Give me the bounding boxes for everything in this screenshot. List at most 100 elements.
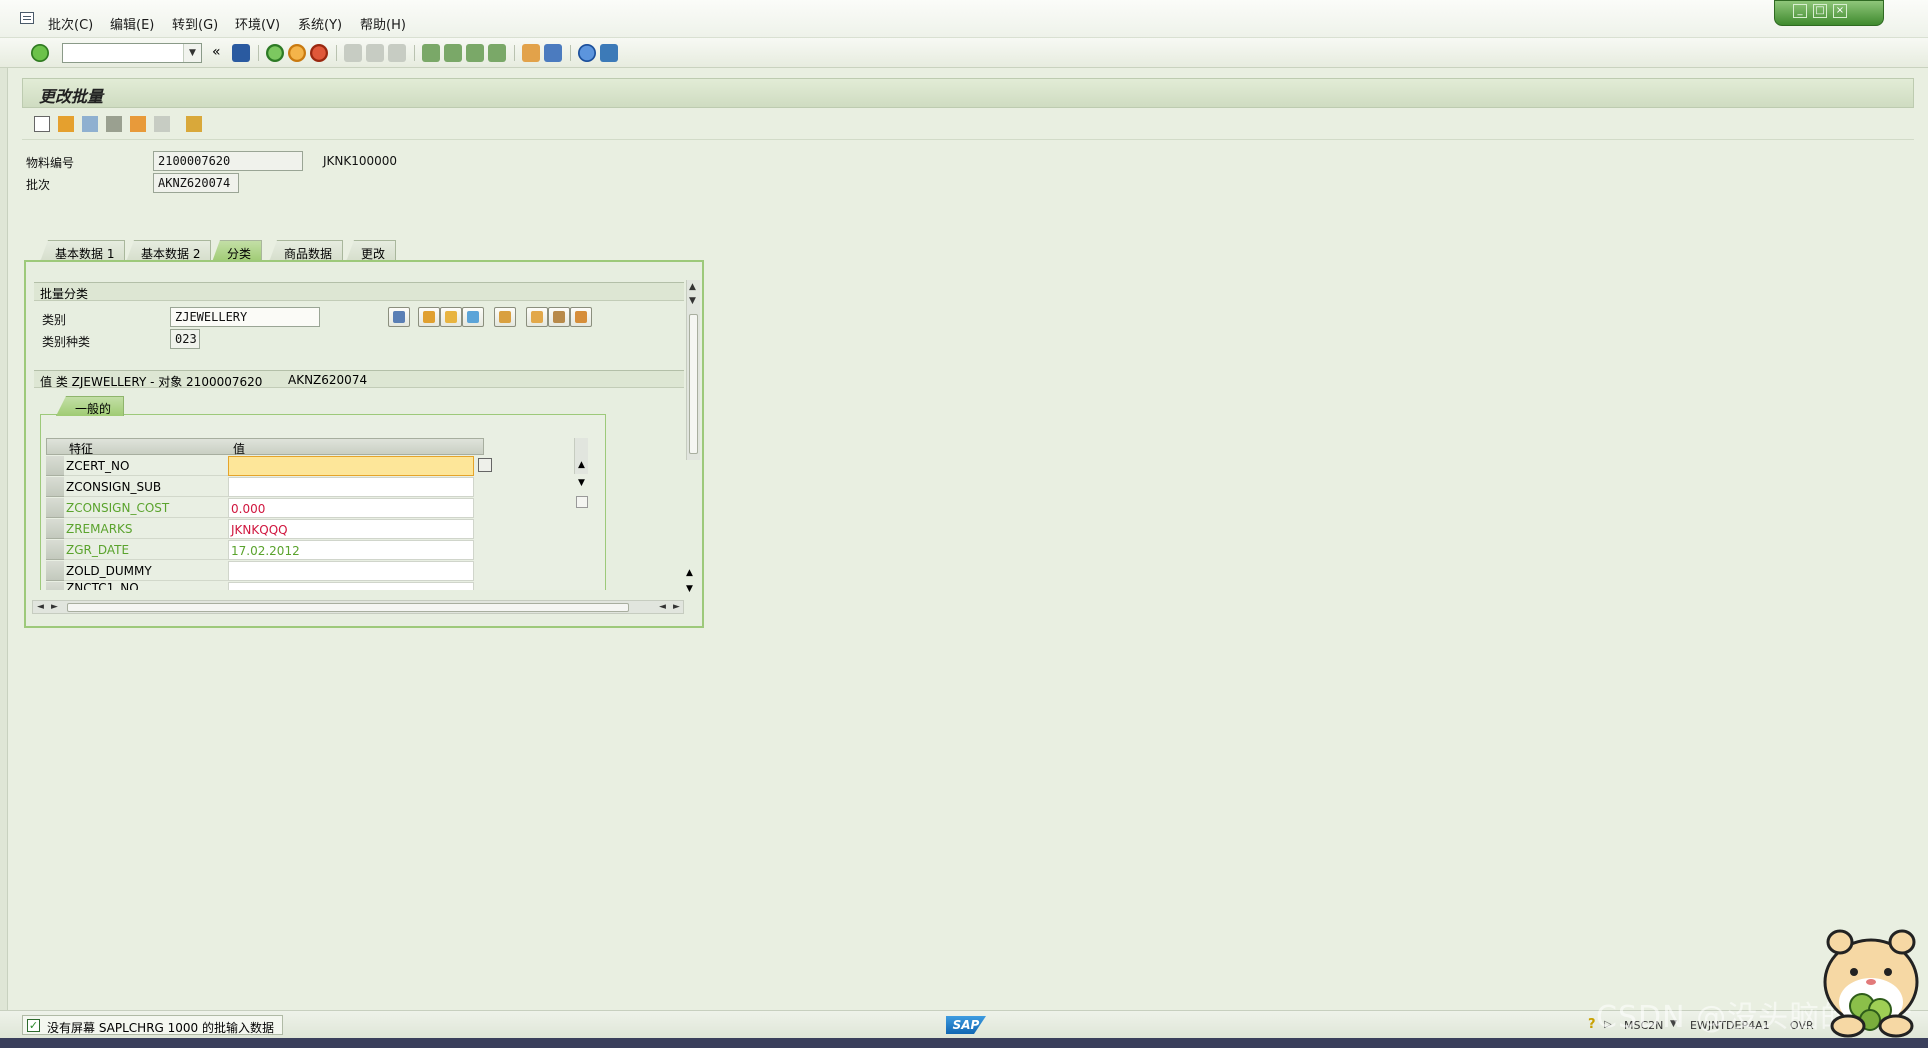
- other-object-icon[interactable]: [130, 116, 146, 132]
- cancel-icon[interactable]: [310, 44, 328, 62]
- help-icon[interactable]: [578, 44, 596, 62]
- edit-icon: [423, 311, 435, 323]
- class-field[interactable]: ZJEWELLERY: [170, 307, 320, 327]
- chevron-down-icon[interactable]: ▼: [183, 44, 201, 62]
- panel-scroll-up-icon[interactable]: ▲: [686, 568, 693, 578]
- object-list-button[interactable]: [494, 307, 516, 327]
- save-icon[interactable]: [232, 44, 250, 62]
- scroll-left-icon[interactable]: ◄: [37, 602, 44, 612]
- grid-scroll-thumb[interactable]: [576, 496, 588, 508]
- table-view-button[interactable]: [548, 307, 570, 327]
- new-document-icon[interactable]: [34, 116, 50, 132]
- shortcut-icon[interactable]: [544, 44, 562, 62]
- copy-icon[interactable]: [58, 116, 74, 132]
- material-label: 物料编号: [26, 156, 75, 170]
- minimize-icon[interactable]: _: [1793, 4, 1807, 18]
- panel-vertical-scrollbar[interactable]: ▲ ▼: [686, 280, 700, 460]
- delete-object-icon[interactable]: [154, 116, 170, 132]
- row-selector[interactable]: [46, 540, 64, 560]
- table-row[interactable]: ZGR_DATE 17.02.2012: [46, 540, 484, 561]
- table-row[interactable]: ZNCTC1_NO: [46, 582, 484, 590]
- class-type-field[interactable]: 023: [170, 329, 200, 349]
- menu-system[interactable]: 系统(Y): [298, 14, 342, 33]
- scroll-down-icon[interactable]: ▼: [689, 296, 696, 306]
- table-row[interactable]: ZOLD_DUMMY: [46, 561, 484, 582]
- characteristic-value-input[interactable]: JKNKQQQ: [228, 519, 474, 539]
- maximize-icon[interactable]: □: [1813, 4, 1827, 18]
- characteristic-value-input[interactable]: 17.02.2012: [228, 540, 474, 560]
- material-field[interactable]: 2100007620: [153, 151, 303, 171]
- tab-changes[interactable]: 更改: [346, 240, 397, 262]
- exit-icon[interactable]: [288, 44, 306, 62]
- scroll-right-icon[interactable]: ►: [51, 602, 58, 612]
- characteristic-value-input[interactable]: [228, 456, 474, 476]
- characteristic-value-input[interactable]: [228, 582, 474, 590]
- next-page-icon[interactable]: [466, 44, 484, 62]
- menu-batch[interactable]: 批次(C): [48, 14, 93, 33]
- delete-class-button[interactable]: [388, 307, 410, 327]
- row-selector[interactable]: [46, 561, 64, 581]
- row-selector[interactable]: [46, 456, 64, 476]
- scroll-left-icon[interactable]: ◄: [659, 602, 666, 612]
- system-menu-icon[interactable]: [20, 12, 34, 24]
- command-input[interactable]: [63, 44, 181, 62]
- menu-environment[interactable]: 环境(V): [235, 14, 280, 33]
- row-selector[interactable]: [46, 498, 64, 518]
- menu-goto[interactable]: 转到(G): [172, 14, 218, 33]
- scroll-right-icon[interactable]: ►: [673, 602, 680, 612]
- table-row[interactable]: ZCERT_NO: [46, 456, 492, 477]
- display-change-icon[interactable]: [106, 116, 122, 132]
- tab-material-data[interactable]: 商品数据: [269, 240, 344, 262]
- scroll-down-icon[interactable]: ▼: [578, 478, 585, 488]
- first-page-icon[interactable]: [422, 44, 440, 62]
- scroll-up-icon[interactable]: ▲: [578, 460, 585, 470]
- panel-scroll-down-icon[interactable]: ▼: [686, 584, 693, 594]
- copy-icon: [575, 311, 587, 323]
- previous-page-icon[interactable]: [444, 44, 462, 62]
- left-border: [0, 68, 8, 1038]
- row-selector[interactable]: [46, 582, 64, 590]
- table-row[interactable]: ZCONSIGN_SUB: [46, 477, 484, 498]
- copy-values-button[interactable]: [570, 307, 592, 327]
- command-field[interactable]: ▼: [62, 43, 202, 63]
- horizontal-scroll-thumb[interactable]: [67, 603, 629, 612]
- pencil-button[interactable]: [418, 307, 440, 327]
- status-message[interactable]: ✓ 没有屏幕 SAPLCHRG 1000 的批输入数据: [22, 1015, 283, 1035]
- back-icon[interactable]: [266, 44, 284, 62]
- check-button[interactable]: [462, 307, 484, 327]
- value-help-icon[interactable]: [478, 458, 492, 472]
- find-next-icon[interactable]: [388, 44, 406, 62]
- tab-basic-data-1[interactable]: 基本数据 1: [40, 240, 126, 262]
- lock-icon: [445, 311, 457, 323]
- insert-row-button[interactable]: [526, 307, 548, 327]
- tab-basic-data-2[interactable]: 基本数据 2: [126, 240, 212, 262]
- nav-back-icon[interactable]: «: [212, 44, 221, 60]
- table-row[interactable]: ZCONSIGN_COST 0.000: [46, 498, 484, 519]
- vertical-scroll-thumb[interactable]: [689, 314, 698, 454]
- enter-check-icon[interactable]: [31, 44, 49, 62]
- scroll-up-icon[interactable]: ▲: [689, 282, 696, 292]
- characteristic-value-input[interactable]: [228, 561, 474, 581]
- row-selector[interactable]: [46, 519, 64, 539]
- list-icon: [499, 311, 511, 323]
- horizontal-scrollbar[interactable]: ◄ ► ◄ ►: [32, 600, 684, 614]
- find-icon[interactable]: [366, 44, 384, 62]
- batch-field[interactable]: AKNZ620074: [153, 173, 239, 193]
- insert-row-icon: [531, 311, 543, 323]
- characteristic-value-input[interactable]: 0.000: [228, 498, 474, 518]
- create-session-icon[interactable]: [522, 44, 540, 62]
- lock-button[interactable]: [440, 307, 462, 327]
- table-row[interactable]: ZREMARKS JKNKQQQ: [46, 519, 484, 540]
- menu-edit[interactable]: 编辑(E): [110, 14, 154, 33]
- pencil-icon[interactable]: [82, 116, 98, 132]
- classification-icon[interactable]: [186, 116, 202, 132]
- characteristic-value-input[interactable]: [228, 477, 474, 497]
- last-page-icon[interactable]: [488, 44, 506, 62]
- print-icon[interactable]: [344, 44, 362, 62]
- row-selector[interactable]: [46, 477, 64, 497]
- tab-general[interactable]: 一般的: [56, 396, 125, 416]
- close-icon[interactable]: ×: [1833, 4, 1847, 18]
- tab-classification[interactable]: 分类: [212, 240, 263, 262]
- layout-menu-icon[interactable]: [600, 44, 618, 62]
- menu-help[interactable]: 帮助(H): [360, 14, 406, 33]
